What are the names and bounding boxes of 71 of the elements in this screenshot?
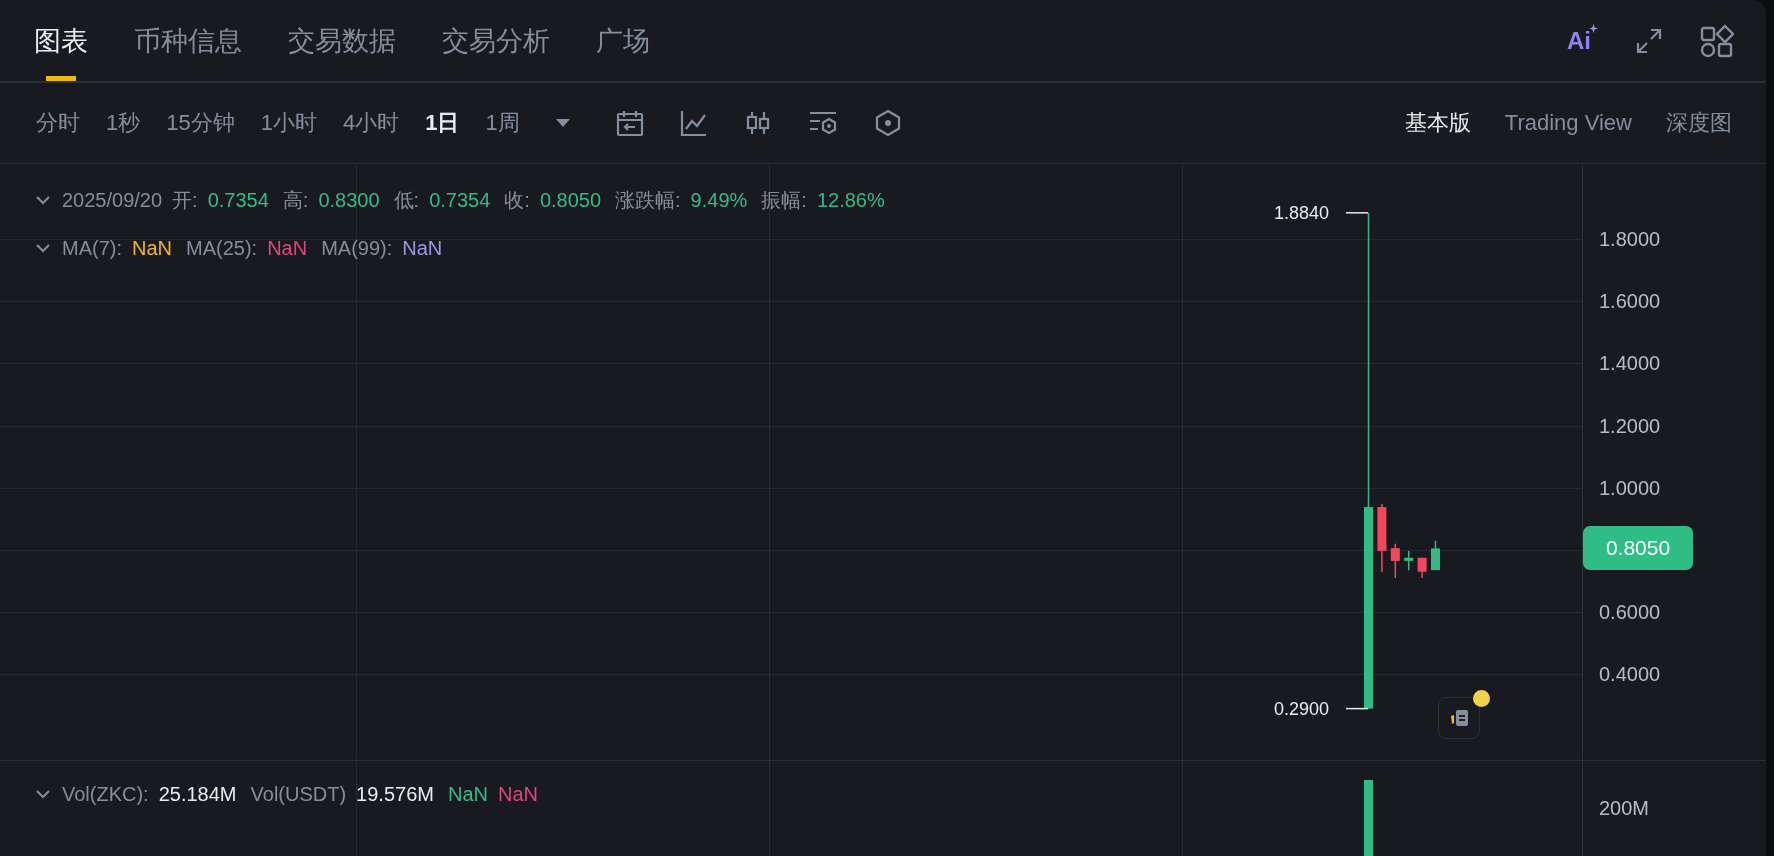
interval-tab[interactable]: 1小时 [260, 108, 317, 138]
interval-tab[interactable]: 15分钟 [166, 108, 235, 138]
legend-label: Vol(USDT) [250, 783, 347, 806]
tab[interactable]: 图表 [34, 0, 88, 81]
legend-label: 涨跌幅: [615, 188, 681, 213]
legend-label: MA(7): [62, 237, 122, 260]
axis-label: 0.6000 [1599, 600, 1661, 624]
apps-icon[interactable] [1700, 23, 1734, 58]
legend-label: 开: [172, 188, 198, 213]
legend-value: NaN [447, 783, 488, 806]
interval-tab[interactable]: 分时 [36, 108, 80, 138]
legend-value: 12.86% [816, 189, 885, 212]
candlestick [1377, 503, 1387, 572]
axis-label: 1.0000 [1599, 476, 1661, 500]
legend-label: 振幅: [761, 188, 807, 213]
legend-value: 0.7354 [429, 189, 491, 212]
legend-value: NaN [267, 237, 308, 260]
legend-value: NaN [497, 783, 538, 806]
ai-button[interactable]: Ai [1567, 26, 1598, 55]
candlestick [1390, 543, 1400, 578]
legend-value: 9.49% [690, 189, 748, 212]
tab[interactable]: 交易分析 [442, 0, 550, 81]
chevron-icon[interactable] [36, 790, 50, 799]
caret-icon[interactable] [555, 119, 570, 127]
legend-date: 2025/09/20 [62, 189, 163, 212]
legend-value: 19.576M [356, 783, 434, 806]
chevron-icon[interactable] [36, 196, 50, 205]
axis-label: 200M [1599, 797, 1650, 820]
legend-value: NaN [402, 237, 443, 260]
axis-label: 1.4000 [1599, 351, 1661, 375]
view-tab[interactable]: Trading View [1504, 108, 1632, 138]
view-tab[interactable]: 深度图 [1666, 108, 1732, 138]
legend-label: 低: [393, 188, 420, 213]
hexagon-icon[interactable] [873, 109, 902, 137]
chevron-icon[interactable] [36, 244, 50, 253]
axis-label: 1.2000 [1599, 414, 1661, 438]
legend-value: 0.8300 [318, 189, 380, 212]
legend-label: Vol(ZKC): [62, 783, 149, 806]
leader-line [1346, 707, 1368, 710]
legend-value: 0.8050 [539, 189, 602, 212]
sparkle-icon [1589, 23, 1598, 33]
legend-value: 0.7354 [207, 189, 269, 212]
news-button[interactable] [1438, 697, 1480, 739]
axis-label: 1.8000 [1599, 227, 1661, 251]
legend-value: NaN [132, 237, 172, 260]
interval-tab[interactable]: 1周 [485, 108, 520, 138]
tab[interactable]: 交易数据 [288, 0, 396, 81]
candlestick [1431, 540, 1440, 571]
leader-line [1346, 212, 1368, 214]
axis-label: 1.6000 [1599, 289, 1661, 313]
legend-label: MA(25): [186, 237, 258, 260]
price-label: 0.2900 [1274, 698, 1330, 720]
legend-label: 高: [282, 188, 309, 213]
candlestick [1417, 557, 1427, 578]
interval-tab[interactable]: 1秒 [106, 108, 141, 138]
legend-label: MA(99): [321, 237, 393, 260]
calendar-icon[interactable] [615, 109, 644, 137]
candlestick [1404, 550, 1414, 571]
price-label: 1.8840 [1274, 202, 1330, 224]
tab[interactable]: 币种信息 [134, 0, 242, 81]
notification-dot [1473, 690, 1490, 707]
line-chart-icon[interactable] [679, 109, 708, 137]
indicator-settings-icon[interactable] [807, 109, 838, 137]
axis-label: 0.4000 [1599, 662, 1661, 686]
tab[interactable]: 广场 [596, 0, 650, 81]
legend-value: 25.184M [158, 783, 237, 806]
interval-tab[interactable]: 4小时 [343, 108, 400, 138]
view-tab[interactable]: 基本版 [1404, 108, 1471, 138]
legend-label: 收: [504, 188, 530, 213]
interval-tab[interactable]: 1日 [425, 108, 460, 138]
price-tag: 0.8050 [1583, 526, 1693, 571]
